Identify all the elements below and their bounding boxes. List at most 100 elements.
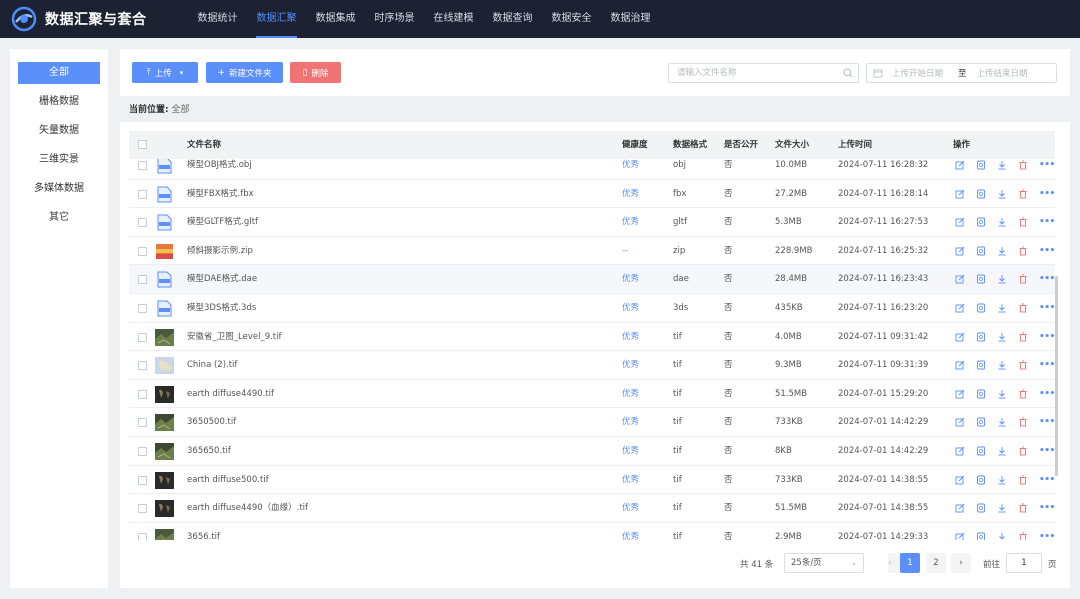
row-checkbox[interactable] xyxy=(138,532,147,540)
table-row[interactable]: earth diffuse500.tif 优秀 tif 否 733KB 2024-07-0… xyxy=(129,466,1055,495)
search-icon[interactable] xyxy=(843,68,853,78)
download-icon[interactable] xyxy=(997,217,1007,227)
download-icon[interactable] xyxy=(997,532,1007,540)
select-all-checkbox[interactable] xyxy=(138,140,147,149)
more-icon[interactable]: ••• xyxy=(1039,360,1055,370)
preview-icon[interactable] xyxy=(976,332,986,342)
goto-page-input[interactable]: 1 xyxy=(1006,553,1042,573)
preview-icon[interactable] xyxy=(976,217,986,227)
table-row[interactable]: 365650.tif 优秀 tif 否 8KB 2024-07-01 14:42:29 ••… xyxy=(129,437,1055,466)
download-icon[interactable] xyxy=(997,475,1007,485)
sidebar-item-1[interactable]: 栅格数据 xyxy=(18,91,100,113)
more-icon[interactable]: ••• xyxy=(1039,475,1055,485)
preview-icon[interactable] xyxy=(976,360,986,370)
delete-icon[interactable] xyxy=(1018,246,1028,256)
more-icon[interactable]: ••• xyxy=(1039,417,1055,427)
delete-icon[interactable] xyxy=(1018,274,1028,284)
edit-icon[interactable] xyxy=(955,189,965,199)
delete-icon[interactable] xyxy=(1018,217,1028,227)
preview-icon[interactable] xyxy=(976,189,986,199)
file-name[interactable]: 3656.tif xyxy=(187,523,220,540)
page-1-button[interactable]: 1 xyxy=(900,553,920,573)
row-checkbox[interactable] xyxy=(138,504,147,514)
preview-icon[interactable] xyxy=(976,532,986,540)
more-icon[interactable]: ••• xyxy=(1039,446,1055,456)
row-checkbox[interactable] xyxy=(138,389,147,399)
file-name[interactable]: 模型OBJ格式.obj xyxy=(187,159,252,179)
delete-icon[interactable] xyxy=(1018,446,1028,456)
row-checkbox[interactable] xyxy=(138,475,147,485)
nav-item-1[interactable]: 数据汇聚 xyxy=(247,0,306,38)
download-icon[interactable] xyxy=(997,303,1007,313)
more-icon[interactable]: ••• xyxy=(1039,332,1055,342)
search-input[interactable] xyxy=(669,64,829,82)
row-checkbox[interactable] xyxy=(138,447,147,456)
delete-icon[interactable] xyxy=(1018,332,1028,342)
row-checkbox[interactable] xyxy=(138,418,147,428)
delete-icon[interactable] xyxy=(1018,160,1028,170)
table-row[interactable]: China (2).tif 优秀 tif 否 9.3MB 2024-07-11 09:31… xyxy=(129,351,1055,380)
table-row[interactable]: 模型3DS格式.3ds 优秀 3ds 否 435KB 2024-07-11 16:23:2… xyxy=(129,294,1055,323)
download-icon[interactable] xyxy=(997,503,1007,513)
nav-item-7[interactable]: 数据治理 xyxy=(601,0,660,38)
delete-icon[interactable] xyxy=(1018,532,1028,540)
row-checkbox[interactable] xyxy=(138,275,147,285)
delete-icon[interactable] xyxy=(1018,189,1028,199)
file-name[interactable]: 模型FBX格式.fbx xyxy=(187,180,254,208)
file-name[interactable]: 模型DAE格式.dae xyxy=(187,265,257,293)
nav-item-6[interactable]: 数据安全 xyxy=(542,0,601,38)
end-date-input[interactable]: 上传结束日期 xyxy=(977,67,1028,79)
file-name[interactable]: 模型3DS格式.3ds xyxy=(187,294,256,322)
more-icon[interactable]: ••• xyxy=(1039,274,1055,284)
upload-date-range[interactable]: 上传开始日期 至 上传结束日期 xyxy=(866,63,1057,83)
nav-item-2[interactable]: 数据集成 xyxy=(306,0,365,38)
table-row[interactable]: 倾斜摄影示例.zip -- zip 否 228.9MB 2024-07-11 16:25:… xyxy=(129,237,1055,266)
more-icon[interactable]: ••• xyxy=(1039,303,1055,313)
table-row[interactable]: 模型OBJ格式.obj 优秀 obj 否 10.0MB 2024-07-11 16:28:… xyxy=(129,159,1055,180)
next-page-button[interactable]: › xyxy=(951,553,971,573)
table-row[interactable]: 3650500.tif 优秀 tif 否 733KB 2024-07-01 14:42:2… xyxy=(129,408,1055,437)
more-icon[interactable]: ••• xyxy=(1039,532,1055,540)
table-row[interactable]: earth diffuse4490.tif 优秀 tif 否 51.5MB 2024-07… xyxy=(129,380,1055,409)
more-icon[interactable]: ••• xyxy=(1039,503,1055,513)
edit-icon[interactable] xyxy=(955,532,965,540)
sidebar-item-4[interactable]: 多媒体数据 xyxy=(18,178,100,200)
more-icon[interactable]: ••• xyxy=(1039,246,1055,256)
file-name[interactable]: 安徽省_卫图_Level_9.tif xyxy=(187,323,281,351)
row-checkbox[interactable] xyxy=(138,189,147,199)
page-2-button[interactable]: 2 xyxy=(926,553,946,573)
file-name[interactable]: 365650.tif xyxy=(187,437,231,465)
preview-icon[interactable] xyxy=(976,246,986,256)
table-row[interactable]: 模型DAE格式.dae 优秀 dae 否 28.4MB 2024-07-11 16:23:… xyxy=(129,265,1055,294)
preview-icon[interactable] xyxy=(976,446,986,456)
more-icon[interactable]: ••• xyxy=(1039,160,1055,170)
edit-icon[interactable] xyxy=(955,217,965,227)
vertical-scrollbar[interactable] xyxy=(1055,276,1058,476)
page-size-select[interactable]: 25条/页 ⌄ xyxy=(784,553,864,573)
sidebar-item-3[interactable]: 三维实景 xyxy=(18,149,100,171)
download-icon[interactable] xyxy=(997,389,1007,399)
delete-icon[interactable] xyxy=(1018,475,1028,485)
row-checkbox[interactable] xyxy=(138,332,147,342)
new-folder-button[interactable]: + 新建文件夹 xyxy=(206,62,283,83)
preview-icon[interactable] xyxy=(976,389,986,399)
download-icon[interactable] xyxy=(997,417,1007,427)
preview-icon[interactable] xyxy=(976,303,986,313)
preview-icon[interactable] xyxy=(976,503,986,513)
file-name[interactable]: earth diffuse500.tif xyxy=(187,466,269,494)
file-name[interactable]: 倾斜摄影示例.zip xyxy=(187,237,253,265)
sidebar-item-2[interactable]: 矢量数据 xyxy=(18,120,100,142)
nav-item-5[interactable]: 数据查询 xyxy=(483,0,542,38)
table-row[interactable]: 安徽省_卫图_Level_9.tif 优秀 tif 否 4.0MB 2024-07-11 … xyxy=(129,323,1055,352)
row-checkbox[interactable] xyxy=(138,161,147,170)
more-icon[interactable]: ••• xyxy=(1039,389,1055,399)
nav-item-0[interactable]: 数据统计 xyxy=(188,0,247,38)
delete-icon[interactable] xyxy=(1018,503,1028,513)
upload-button[interactable]: ⤒ 上传 ▾ xyxy=(132,62,198,83)
more-icon[interactable]: ••• xyxy=(1039,217,1055,227)
edit-icon[interactable] xyxy=(955,417,965,427)
edit-icon[interactable] xyxy=(955,160,965,170)
preview-icon[interactable] xyxy=(976,475,986,485)
preview-icon[interactable] xyxy=(976,417,986,427)
nav-item-4[interactable]: 在线建模 xyxy=(424,0,483,38)
